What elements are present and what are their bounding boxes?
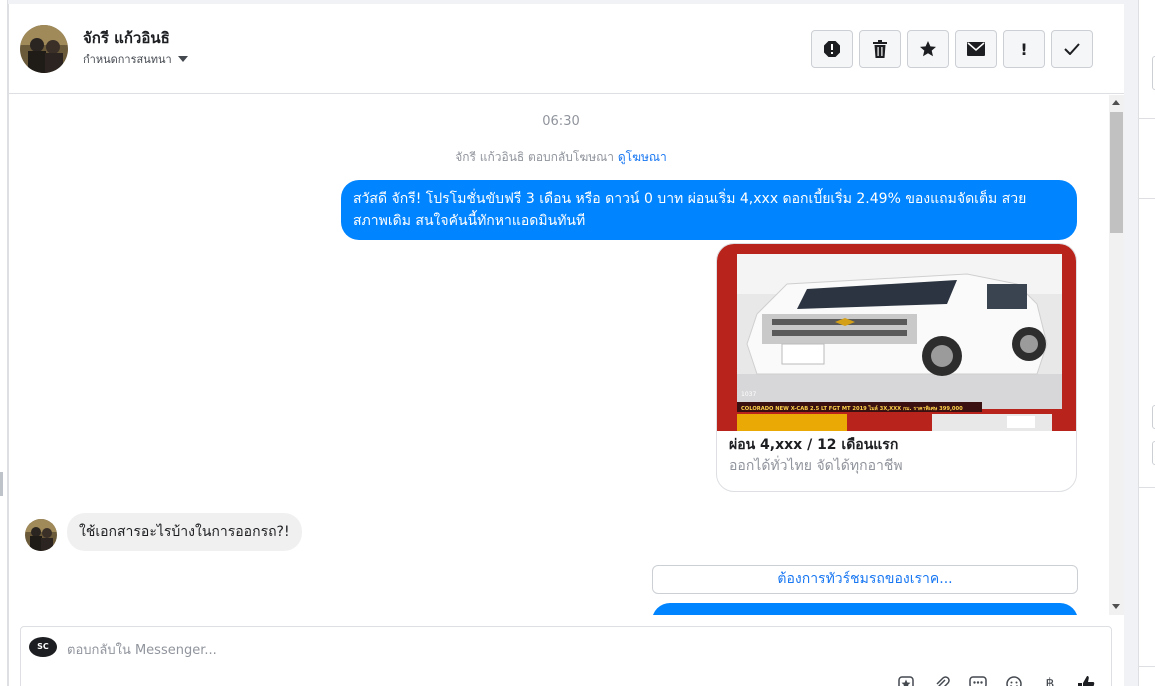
conversation-header: จักรี แก้วอินธิ กำหนดการสนทนา ! xyxy=(9,4,1125,94)
view-ad-link[interactable]: ดูโฆษณา xyxy=(618,150,667,164)
trash-icon xyxy=(873,40,887,58)
divider xyxy=(1139,487,1155,488)
assign-conversation-dropdown[interactable]: กำหนดการสนทนา xyxy=(83,50,188,68)
chevron-down-icon xyxy=(177,56,188,62)
saved-reply-icon xyxy=(898,676,914,686)
emoji-icon xyxy=(1006,676,1022,686)
conversation-toolbar: ! xyxy=(811,30,1093,68)
like-button[interactable] xyxy=(1077,675,1095,686)
attach-button[interactable] xyxy=(933,675,951,686)
chat-extension-button[interactable] xyxy=(969,675,987,686)
left-gutter xyxy=(0,0,8,686)
conversation-panel: จักรี แก้วอินธิ กำหนดการสนทนา ! 06:30 จั… xyxy=(8,4,1125,686)
scroll-down-arrow-icon[interactable] xyxy=(1112,604,1120,609)
scroll-thumb[interactable] xyxy=(1110,112,1123,233)
message-thread[interactable]: 06:30 จักรี แก้วอินธิ ตอบกลับโฆษณา ดูโฆษ… xyxy=(9,95,1125,615)
contact-details-panel xyxy=(1138,0,1155,686)
checkmark-icon xyxy=(1064,43,1080,55)
card-title: ผ่อน 4,xxx / 12 เดือนแรก xyxy=(729,437,899,453)
incoming-message: ใช้เอกสารอะไรบ้างในการออกรถ?! xyxy=(67,513,302,551)
divider xyxy=(1139,666,1155,667)
composer-tools: ฿ xyxy=(897,675,1095,686)
attachment-icon xyxy=(936,676,950,686)
message-timestamp: 06:30 xyxy=(542,114,580,129)
outgoing-message: สวัสดี จักรี! โปรโมชั่นขับฟรี 3 เดือน หร… xyxy=(341,180,1077,240)
assign-label: กำหนดการสนทนา xyxy=(83,53,172,66)
message-composer: SC ฿ xyxy=(20,626,1112,686)
ad-reply-text: จักรี แก้วอินธิ ตอบกลับโฆษณา xyxy=(455,150,615,164)
mark-unread-button[interactable] xyxy=(955,30,997,68)
inbox-window: จักรี แก้วอินธิ กำหนดการสนทนา ! 06:30 จั… xyxy=(0,0,1155,686)
car-image: 1037 COLORADO NEW X-CAB 2.5 LT FGT MT 20… xyxy=(717,244,1076,431)
quick-reply-button[interactable]: ต้องการทัวร์ชมรถของเราค... xyxy=(652,565,1078,594)
ad-card[interactable]: 1037 COLORADO NEW X-CAB 2.5 LT FGT MT 20… xyxy=(716,243,1077,492)
thread-scrollbar[interactable] xyxy=(1109,95,1124,615)
delete-button[interactable] xyxy=(859,30,901,68)
saved-reply-button[interactable] xyxy=(897,675,915,686)
important-icon: ! xyxy=(1020,39,1028,59)
scroll-up-arrow-icon[interactable] xyxy=(1112,100,1120,105)
emoji-button[interactable] xyxy=(1005,675,1023,686)
reply-input[interactable] xyxy=(67,639,1067,661)
contact-name: จักรี แก้วอินธิ xyxy=(83,29,170,47)
envelope-icon xyxy=(967,42,985,56)
outgoing-message-partial xyxy=(652,603,1078,615)
mark-done-button[interactable] xyxy=(1051,30,1093,68)
star-button[interactable] xyxy=(907,30,949,68)
spam-icon xyxy=(824,41,840,57)
chat-icon xyxy=(969,676,987,686)
divider xyxy=(1139,198,1155,199)
sender-avatar xyxy=(25,519,57,551)
panel-divider xyxy=(1124,0,1138,686)
image-caption: COLORADO NEW X-CAB 2.5 LT FGT MT 2019 ไม… xyxy=(741,404,963,412)
payment-icon: ฿ xyxy=(1045,676,1055,686)
payment-button[interactable]: ฿ xyxy=(1041,675,1059,686)
image-badge: 1037 xyxy=(741,391,756,398)
gutter-marker xyxy=(0,472,3,496)
contact-avatar[interactable] xyxy=(20,25,68,73)
follow-up-button[interactable]: ! xyxy=(1003,30,1045,68)
divider xyxy=(1139,118,1155,119)
page-logo: SC xyxy=(29,637,57,657)
mark-spam-button[interactable] xyxy=(811,30,853,68)
ad-reply-notice: จักรี แก้วอินธิ ตอบกลับโฆษณา ดูโฆษณา xyxy=(9,148,1113,167)
star-icon xyxy=(920,41,936,57)
like-icon xyxy=(1078,676,1095,686)
card-subtitle: ออกได้ทั่วไทย จัดได้ทุกอาชีพ xyxy=(729,458,903,474)
